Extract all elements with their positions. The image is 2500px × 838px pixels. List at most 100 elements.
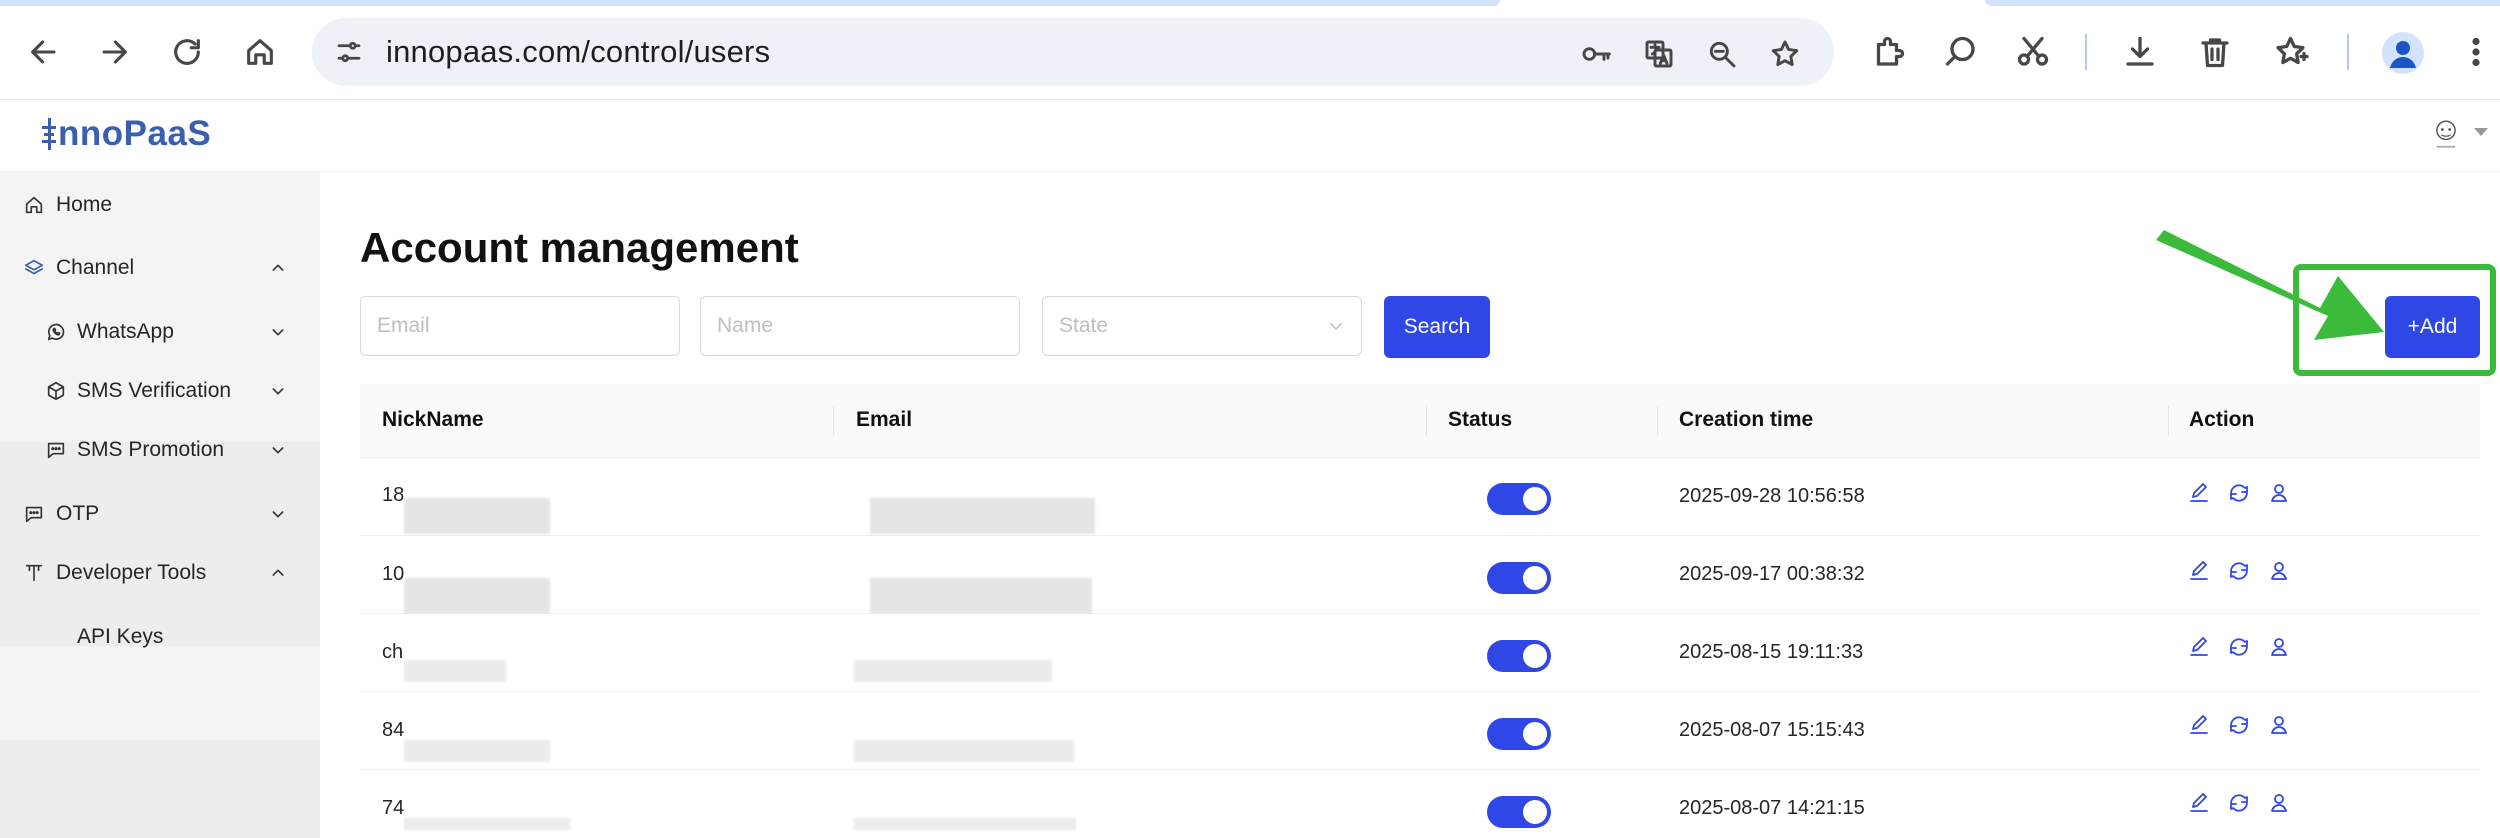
user-icon xyxy=(2271,484,2287,502)
url-text[interactable]: innopaas.com/control/users xyxy=(386,34,770,70)
trash-button[interactable] xyxy=(2191,28,2239,76)
column-header-email: Email xyxy=(856,408,913,431)
sidebar-item-label: Channel xyxy=(56,256,135,279)
app-header: nnoPaaS xyxy=(0,100,2500,172)
zoom-button[interactable] xyxy=(1702,34,1742,74)
sidebar-item-label: SMS Verification xyxy=(77,379,232,402)
site-info-icon xyxy=(337,41,361,63)
sidebar-item-api-keys[interactable]: API Keys xyxy=(0,609,320,665)
back-button[interactable] xyxy=(20,28,68,76)
scissors-button[interactable] xyxy=(2009,28,2057,76)
reading-list-button[interactable] xyxy=(2268,28,2316,76)
zoom-icon xyxy=(1709,41,1736,68)
reset-icon xyxy=(2230,716,2248,734)
address-bar[interactable]: innopaas.com/control/users xyxy=(312,18,1834,86)
sidebar-item-whatsapp[interactable]: WhatsApp xyxy=(0,304,320,360)
status-toggle[interactable] xyxy=(1487,562,1551,594)
site-info-button[interactable] xyxy=(332,35,366,69)
reading-list-icon xyxy=(2276,36,2309,65)
reset-button[interactable] xyxy=(2226,634,2252,660)
chat-dots-icon xyxy=(44,438,68,462)
avatar-icon xyxy=(2436,120,2456,148)
edit-button[interactable] xyxy=(2186,634,2212,660)
user-button[interactable] xyxy=(2266,712,2292,738)
bookmark-button[interactable] xyxy=(1765,34,1805,74)
toggle-knob xyxy=(1523,487,1547,511)
name-filter-field[interactable] xyxy=(700,296,1020,356)
home-button[interactable] xyxy=(236,28,284,76)
status-toggle[interactable] xyxy=(1487,483,1551,515)
creation-time-cell: 2025-08-07 15:15:43 xyxy=(1679,719,1865,741)
search-button[interactable]: Search xyxy=(1384,296,1490,358)
state-select[interactable]: State xyxy=(1042,296,1362,356)
column-separator xyxy=(1426,406,1427,436)
redacted-nickname xyxy=(404,578,550,614)
sidebar-item-home[interactable]: Home xyxy=(0,177,320,233)
status-toggle[interactable] xyxy=(1487,718,1551,750)
reset-button[interactable] xyxy=(2226,790,2252,816)
user-button[interactable] xyxy=(2266,634,2292,660)
forward-button[interactable] xyxy=(90,28,138,76)
reset-button[interactable] xyxy=(2226,712,2252,738)
user-button[interactable] xyxy=(2266,558,2292,584)
user-icon xyxy=(2271,562,2287,580)
email-filter-input[interactable] xyxy=(377,297,679,355)
edit-icon xyxy=(2190,483,2208,502)
creation-time-cell: 2025-08-07 14:21:15 xyxy=(1679,797,1865,819)
translate-button[interactable] xyxy=(1639,34,1679,74)
sidebar-item-channel[interactable]: Channel xyxy=(0,240,320,296)
edit-button[interactable] xyxy=(2186,558,2212,584)
tool-icon xyxy=(22,561,46,585)
user-icon xyxy=(2271,794,2287,812)
column-header-creation-time: Creation time xyxy=(1679,408,1814,431)
edit-button[interactable] xyxy=(2186,790,2212,816)
table-row: 84 2025-08-07 15:15:43 xyxy=(360,692,2480,770)
table-row: 74 2025-08-07 14:21:15 xyxy=(360,770,2480,838)
reset-button[interactable] xyxy=(2226,480,2252,506)
edit-button[interactable] xyxy=(2186,480,2212,506)
sidebar-item-developer-tools[interactable]: Developer Tools xyxy=(0,545,320,601)
table-row: 18 2025-09-28 10:56:58 xyxy=(360,458,2480,536)
creation-time-cell: 2025-09-28 10:56:58 xyxy=(1679,485,1865,507)
user-button[interactable] xyxy=(2266,480,2292,506)
profile-button[interactable] xyxy=(2382,32,2424,74)
reload-button[interactable] xyxy=(163,28,211,76)
reset-button[interactable] xyxy=(2226,558,2252,584)
logo-text: nnoPaaS xyxy=(58,114,212,153)
table-row: 10 2025-09-17 00:38:32 xyxy=(360,536,2480,614)
creation-time-cell: 2025-08-15 19:11:33 xyxy=(1679,641,1864,663)
sidebar-item-label: WhatsApp xyxy=(77,320,174,343)
chat-dots-icon xyxy=(22,502,46,526)
sidebar-item-label: SMS Promotion xyxy=(77,438,225,461)
download-button[interactable] xyxy=(2116,28,2164,76)
redacted-nickname xyxy=(404,740,550,762)
column-header-action: Action xyxy=(2189,408,2255,431)
edit-button[interactable] xyxy=(2186,712,2212,738)
back-icon xyxy=(31,40,56,64)
extensions-button[interactable] xyxy=(1865,28,1913,76)
user-button[interactable] xyxy=(2266,790,2292,816)
sidebar-item-sms-verification[interactable]: SMS Verification xyxy=(0,363,320,419)
tab-strip-edge-right xyxy=(1985,0,2500,6)
toggle-knob xyxy=(1523,644,1547,668)
name-filter-input[interactable] xyxy=(717,297,1019,355)
browser-menu-button[interactable] xyxy=(2452,28,2500,76)
reset-icon xyxy=(2230,562,2248,580)
toggle-knob xyxy=(1523,800,1547,824)
redacted-email xyxy=(854,818,1076,830)
status-toggle[interactable] xyxy=(1487,640,1551,672)
sidebar-item-sms-promotion[interactable]: SMS Promotion xyxy=(0,422,320,478)
state-select-placeholder: State xyxy=(1059,314,1109,337)
avatar-dropdown-caret[interactable] xyxy=(2474,128,2488,136)
user-avatar[interactable] xyxy=(2424,112,2468,156)
password-button[interactable] xyxy=(1576,34,1616,74)
status-toggle[interactable] xyxy=(1487,796,1551,828)
logo[interactable]: nnoPaaS xyxy=(42,114,211,154)
nickname-cell: 74 xyxy=(382,797,405,819)
redacted-nickname xyxy=(404,660,506,682)
redacted-email xyxy=(870,578,1092,614)
sidebar-item-otp[interactable]: OTP xyxy=(0,486,320,542)
nickname-cell: 10 xyxy=(382,563,405,585)
search-lens-button[interactable] xyxy=(1937,28,1985,76)
email-filter-field[interactable] xyxy=(360,296,680,356)
